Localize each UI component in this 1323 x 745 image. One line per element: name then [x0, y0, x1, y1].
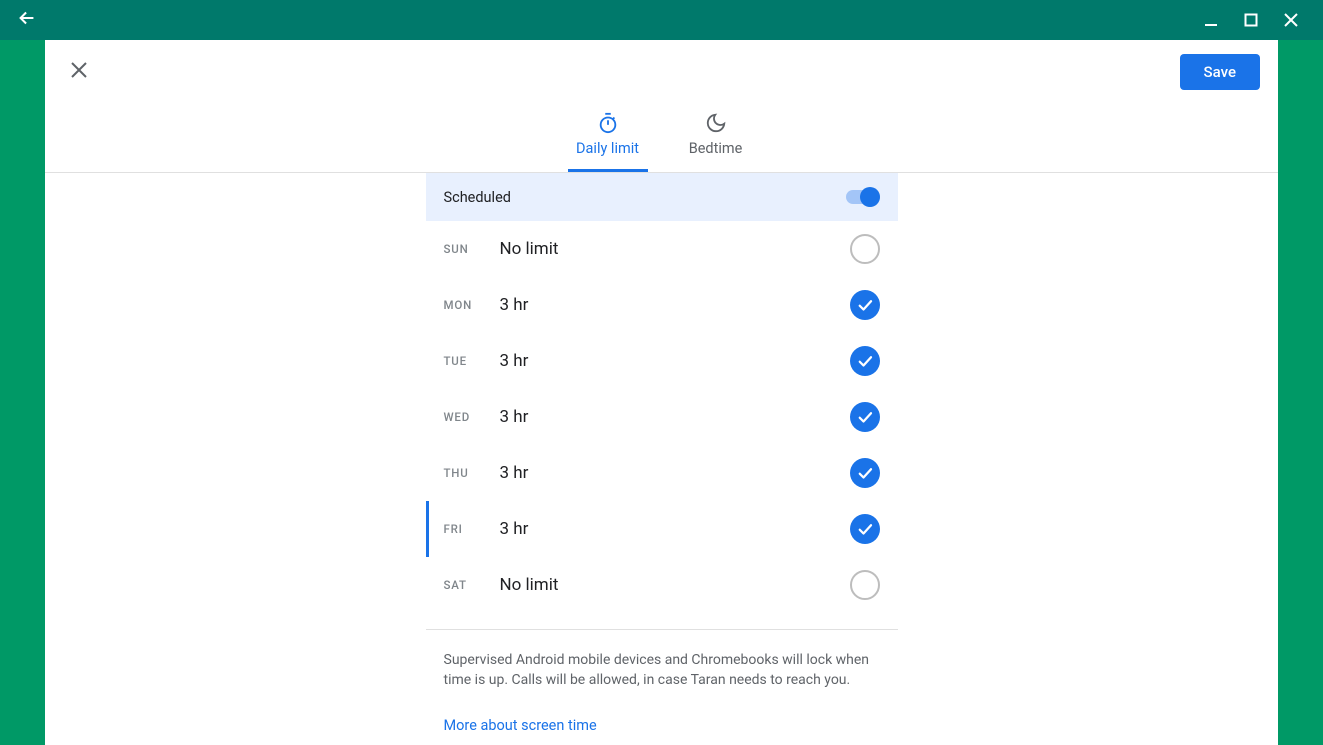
day-toggle[interactable]	[850, 290, 880, 320]
minimize-icon[interactable]	[1191, 0, 1231, 40]
day-row-mon[interactable]: MON3 hr	[426, 277, 898, 333]
maximize-icon[interactable]	[1231, 0, 1271, 40]
tab-daily-limit[interactable]: Daily limit	[568, 104, 648, 172]
scheduled-toggle[interactable]	[846, 187, 880, 207]
day-toggle[interactable]	[850, 402, 880, 432]
scheduled-label: Scheduled	[444, 189, 511, 206]
day-toggle[interactable]	[850, 570, 880, 600]
day-row-tue[interactable]: TUE3 hr	[426, 333, 898, 389]
moon-icon	[705, 112, 727, 134]
day-abbr: TUE	[444, 354, 500, 368]
learn-more-link[interactable]: More about screen time	[426, 699, 615, 745]
back-arrow-icon[interactable]	[16, 7, 38, 33]
content-area: Scheduled SUNNo limitMON3 hrTUE3 hrWED3 …	[45, 173, 1278, 745]
close-icon[interactable]	[63, 54, 95, 90]
scheduled-row: Scheduled	[426, 173, 898, 221]
day-row-fri[interactable]: FRI3 hr	[426, 501, 898, 557]
day-toggle[interactable]	[850, 458, 880, 488]
day-toggle[interactable]	[850, 514, 880, 544]
window-titlebar	[0, 0, 1323, 40]
dialog-toolbar: Save	[45, 40, 1278, 104]
day-value: No limit	[500, 575, 850, 595]
save-button[interactable]: Save	[1180, 54, 1260, 90]
day-toggle[interactable]	[850, 346, 880, 376]
tab-label: Bedtime	[689, 140, 743, 157]
info-text: Supervised Android mobile devices and Ch…	[426, 630, 898, 699]
day-abbr: SUN	[444, 242, 500, 256]
day-abbr: THU	[444, 466, 500, 480]
day-row-sat[interactable]: SATNo limit	[426, 557, 898, 613]
daily-limit-panel: Scheduled SUNNo limitMON3 hrTUE3 hrWED3 …	[426, 173, 898, 745]
stopwatch-icon	[597, 112, 619, 134]
day-row-thu[interactable]: THU3 hr	[426, 445, 898, 501]
tab-bedtime[interactable]: Bedtime	[676, 104, 756, 172]
day-value: 3 hr	[500, 407, 850, 427]
day-value: 3 hr	[500, 463, 850, 483]
day-value: 3 hr	[500, 295, 850, 315]
tab-label: Daily limit	[576, 140, 639, 157]
day-abbr: SAT	[444, 578, 500, 592]
close-window-icon[interactable]	[1271, 0, 1311, 40]
day-row-wed[interactable]: WED3 hr	[426, 389, 898, 445]
day-toggle[interactable]	[850, 234, 880, 264]
dialog-page: Save Daily limit Bedtime Scheduled	[45, 40, 1278, 745]
day-value: 3 hr	[500, 519, 850, 539]
tab-bar: Daily limit Bedtime	[45, 104, 1278, 173]
day-value: 3 hr	[500, 351, 850, 371]
day-row-sun[interactable]: SUNNo limit	[426, 221, 898, 277]
day-value: No limit	[500, 239, 850, 259]
day-abbr: WED	[444, 410, 500, 424]
day-abbr: MON	[444, 298, 500, 312]
day-abbr: FRI	[444, 522, 500, 536]
